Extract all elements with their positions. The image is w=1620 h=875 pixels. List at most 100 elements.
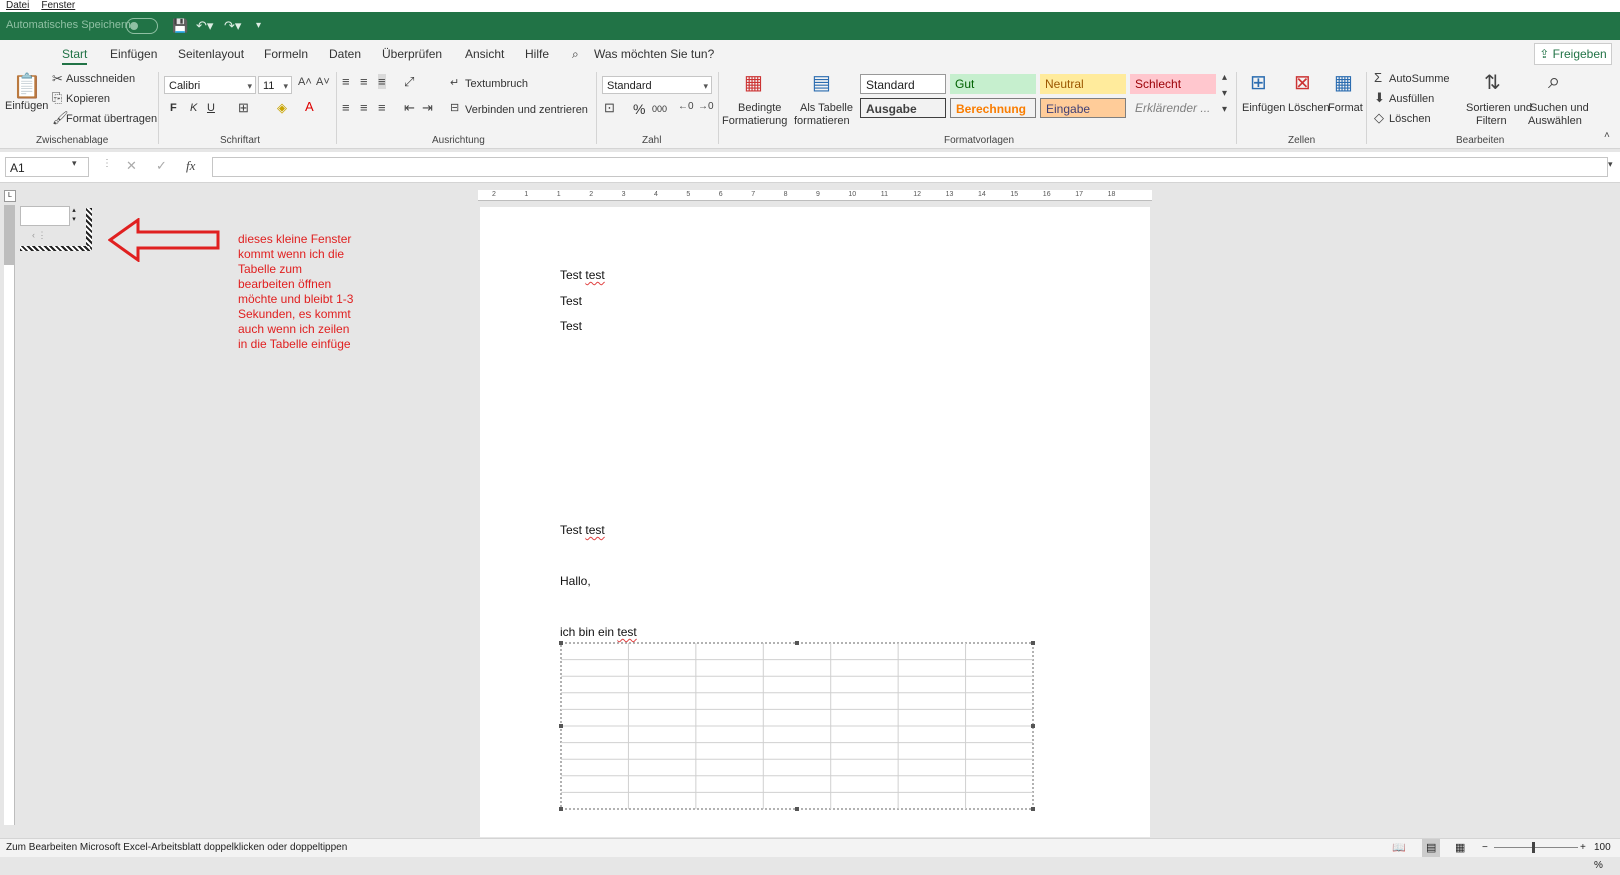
- customize-qat-icon[interactable]: ▾: [256, 20, 261, 31]
- tell-me-input[interactable]: Was möchten Sie tun?: [594, 47, 714, 61]
- resize-handle[interactable]: [559, 807, 563, 811]
- menu-window[interactable]: Fenster: [41, 0, 75, 11]
- conditional-formatting-line1[interactable]: Bedingte: [738, 102, 781, 114]
- mini-cell[interactable]: [20, 206, 70, 226]
- font-size-select[interactable]: 11: [258, 76, 292, 95]
- fill-color-icon[interactable]: ◈: [277, 100, 287, 116]
- vertical-ruler[interactable]: [4, 205, 15, 825]
- tell-me-icon[interactable]: ⌕: [572, 47, 579, 62]
- style-bad[interactable]: Schlecht: [1130, 74, 1216, 94]
- expand-formula-icon[interactable]: ▾: [1608, 159, 1613, 170]
- align-center-icon[interactable]: ≡: [360, 100, 368, 115]
- redo-icon[interactable]: ↷▾: [224, 18, 241, 34]
- grow-font-icon[interactable]: A˄: [298, 76, 312, 88]
- name-box-dropdown-icon[interactable]: ▾: [72, 158, 77, 169]
- styles-scroll-down-icon[interactable]: ▾: [1222, 88, 1227, 99]
- align-right-icon[interactable]: ≡: [378, 100, 386, 115]
- find-select-line1[interactable]: Suchen und: [1530, 102, 1589, 114]
- paste-icon[interactable]: 📋: [12, 72, 42, 101]
- fill-button[interactable]: Ausfüllen: [1389, 93, 1434, 105]
- autosave-toggle[interactable]: [126, 18, 158, 34]
- style-neutral[interactable]: Neutral: [1040, 74, 1126, 94]
- italic-button[interactable]: K: [190, 102, 197, 114]
- bold-button[interactable]: F: [170, 102, 177, 114]
- copy-icon[interactable]: ⎘: [52, 90, 62, 106]
- format-as-table-icon[interactable]: ▤: [812, 70, 831, 95]
- tab-review[interactable]: Überprüfen: [382, 47, 442, 61]
- decrease-decimal-icon[interactable]: →0: [698, 101, 714, 112]
- merge-icon[interactable]: ⊟: [450, 101, 459, 114]
- zoom-in-icon[interactable]: +: [1580, 839, 1586, 857]
- save-icon[interactable]: 💾: [172, 18, 188, 34]
- resize-handle[interactable]: [795, 641, 799, 645]
- align-top-icon[interactable]: ≡: [342, 74, 350, 89]
- paste-button[interactable]: Einfügen: [5, 100, 48, 112]
- autosum-button[interactable]: AutoSumme: [1389, 73, 1450, 85]
- conditional-formatting-icon[interactable]: ▦: [744, 70, 763, 95]
- find-select-icon[interactable]: ⌕: [1548, 68, 1560, 94]
- sort-filter-line1[interactable]: Sortieren und: [1466, 102, 1532, 114]
- shrink-font-icon[interactable]: A˅: [316, 76, 330, 88]
- horizontal-ruler[interactable]: 2 1 1 2 3 4 5 6 7 8 9 10 11 12 13 14 15 16 17 18: [478, 190, 1152, 201]
- increase-decimal-icon[interactable]: ←0: [678, 101, 694, 112]
- tab-page-layout[interactable]: Seitenlayout: [178, 47, 244, 61]
- wrap-text-icon[interactable]: ↵: [450, 76, 459, 89]
- autosum-icon[interactable]: Σ: [1374, 70, 1382, 85]
- cut-icon[interactable]: ✂: [52, 71, 63, 87]
- font-name-select[interactable]: Calibri: [164, 76, 256, 95]
- resize-handle[interactable]: [1031, 641, 1035, 645]
- format-as-table-line2[interactable]: formatieren: [794, 115, 850, 127]
- sort-filter-line2[interactable]: Filtern: [1476, 115, 1507, 127]
- zoom-level[interactable]: 100 %: [1594, 839, 1620, 875]
- copy-button[interactable]: Kopieren: [66, 93, 110, 105]
- web-layout-icon[interactable]: ▦: [1455, 839, 1465, 857]
- tab-formulas[interactable]: Formeln: [264, 47, 308, 61]
- insert-cells-icon[interactable]: ⊞: [1250, 70, 1267, 95]
- wrap-text-button[interactable]: Textumbruch: [465, 78, 528, 90]
- page-layout-icon[interactable]: ▤: [1422, 839, 1441, 857]
- find-select-line2[interactable]: Auswählen: [1528, 115, 1582, 127]
- format-as-table-line1[interactable]: Als Tabelle: [800, 102, 853, 114]
- format-cells-icon[interactable]: ▦: [1334, 70, 1353, 95]
- align-middle-icon[interactable]: ≡: [360, 74, 368, 89]
- styles-more-icon[interactable]: ▾: [1222, 104, 1227, 115]
- formula-input[interactable]: [212, 157, 1608, 177]
- fill-icon[interactable]: ⬇: [1374, 90, 1385, 106]
- border-icon[interactable]: ⊞: [238, 100, 249, 116]
- tab-data[interactable]: Daten: [329, 47, 361, 61]
- sort-filter-icon[interactable]: ⇅: [1484, 70, 1501, 95]
- merge-center-button[interactable]: Verbinden und zentrieren: [465, 104, 588, 116]
- underline-button[interactable]: U: [207, 102, 215, 114]
- style-good[interactable]: Gut: [950, 74, 1036, 94]
- style-standard[interactable]: Standard: [860, 74, 946, 94]
- delete-cells-button[interactable]: Löschen: [1288, 102, 1330, 114]
- tab-insert[interactable]: Einfügen: [110, 47, 157, 61]
- orientation-icon[interactable]: ⤢: [404, 74, 414, 90]
- number-format-select[interactable]: Standard: [602, 76, 712, 95]
- resize-handle[interactable]: [559, 724, 563, 728]
- delete-cells-icon[interactable]: ⊠: [1294, 70, 1311, 95]
- tab-start[interactable]: Start: [62, 47, 88, 65]
- insert-function-button[interactable]: fx: [186, 158, 195, 174]
- resize-handle[interactable]: [1031, 724, 1035, 728]
- resize-handle[interactable]: [795, 807, 799, 811]
- format-painter-button[interactable]: Format übertragen: [66, 113, 157, 125]
- decrease-indent-icon[interactable]: ⇤: [404, 100, 415, 116]
- currency-icon[interactable]: ⊡: [604, 100, 615, 116]
- read-mode-icon[interactable]: 📖: [1392, 839, 1406, 857]
- format-cells-button[interactable]: Format: [1328, 102, 1363, 114]
- styles-scroll-up-icon[interactable]: ▴: [1222, 72, 1227, 83]
- align-left-icon[interactable]: ≡: [342, 100, 350, 115]
- enter-icon[interactable]: ✓: [156, 158, 167, 174]
- tab-help[interactable]: Hilfe: [525, 47, 549, 61]
- collapse-ribbon-icon[interactable]: ˄: [1604, 130, 1610, 141]
- menu-file[interactable]: Datei: [6, 0, 29, 11]
- increase-indent-icon[interactable]: ⇥: [422, 100, 433, 116]
- font-color-icon[interactable]: A: [305, 99, 314, 114]
- cancel-icon[interactable]: ✕: [126, 158, 137, 174]
- style-explanatory[interactable]: Erklärender ...: [1130, 98, 1216, 118]
- insert-cells-button[interactable]: Einfügen: [1242, 102, 1285, 114]
- tab-view[interactable]: Ansicht: [465, 47, 504, 61]
- percent-button[interactable]: %: [633, 101, 645, 117]
- undo-icon[interactable]: ↶▾: [196, 18, 213, 34]
